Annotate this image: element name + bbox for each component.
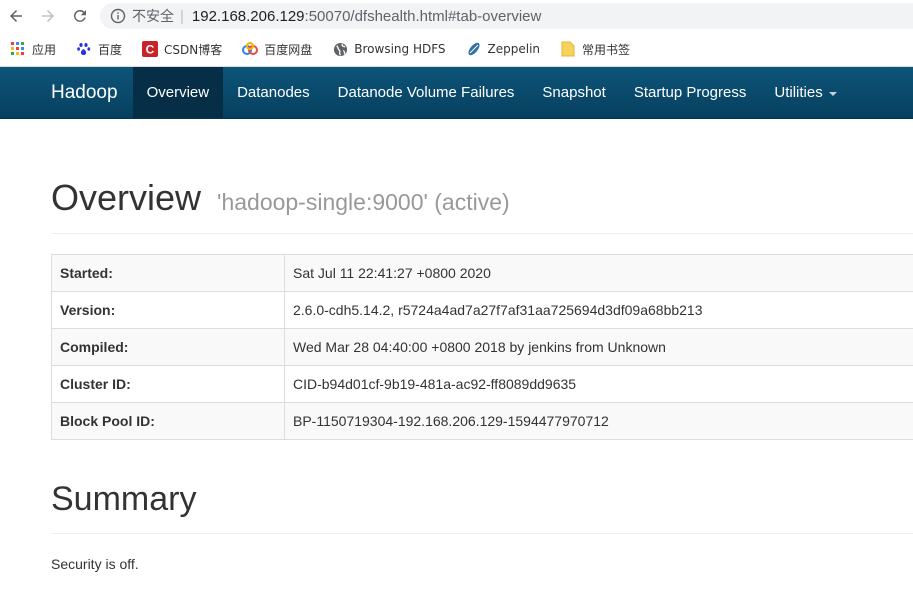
url-input[interactable]: 不安全 | 192.168.206.129:50070/dfshealth.ht… — [100, 3, 913, 29]
nav-tab-label: Startup Progress — [633, 84, 747, 101]
apps-grid-icon — [10, 41, 26, 57]
globe-icon — [332, 41, 348, 57]
bookmark-label: 应用 — [32, 42, 57, 57]
forward-button[interactable] — [32, 0, 64, 32]
insecure-label: 不安全 — [132, 9, 174, 25]
svg-text:C: C — [146, 43, 155, 57]
table-row: Started: Sat Jul 11 22:41:27 +0800 2020 — [51, 254, 913, 292]
nav-tab-snapshot[interactable]: Snapshot — [528, 67, 619, 118]
nav-tab-startup-progress[interactable]: Startup Progress — [620, 67, 761, 118]
bookmark-label: 百度网盘 — [264, 42, 313, 57]
summary-title: Summary — [51, 480, 197, 518]
address-bar: 不安全 | 192.168.206.129:50070/dfshealth.ht… — [0, 0, 913, 32]
zeppelin-icon — [466, 41, 482, 57]
baidu-paw-icon — [76, 41, 92, 57]
reload-icon — [73, 9, 86, 22]
nav-tab-label: Snapshot — [542, 84, 606, 101]
bookmark-zeppelin[interactable]: Zeppelin — [466, 41, 541, 57]
nav-tab-label: Utilities — [774, 84, 823, 101]
bookmark-label: CSDN博客 — [164, 42, 223, 57]
bookmark-apps[interactable]: 应用 — [10, 41, 56, 58]
bookmark-browsing-hdfs[interactable]: Browsing HDFS — [332, 41, 446, 57]
summary-header: Summary — [51, 480, 913, 534]
baidu-netdisk-icon — [242, 41, 259, 57]
security-status: Security is off. — [51, 556, 139, 572]
page-title-text: Overview — [51, 177, 202, 218]
bookmark-csdn[interactable]: C CSDN博客 — [142, 41, 222, 58]
info-icon[interactable] — [110, 8, 126, 24]
nav-tab-label: Datanode Volume Failures — [337, 84, 515, 101]
overview-header: Overview 'hadoop-single:9000' (active) — [51, 177, 913, 234]
url-path: :50070/dfshealth.html#tab-overview — [304, 7, 542, 25]
main-content: Overview 'hadoop-single:9000' (active) S… — [0, 177, 913, 572]
reload-button[interactable] — [64, 0, 96, 32]
csdn-icon: C — [142, 41, 159, 57]
folder-icon — [560, 41, 576, 57]
bookmark-baidu[interactable]: 百度 — [76, 41, 122, 58]
row-value: CID-b94d01cf-9b19-481a-ac92-ff8089dd9635 — [284, 365, 913, 403]
bookmark-label: 百度 — [98, 42, 123, 57]
bookmark-label: Zeppelin — [487, 42, 541, 56]
bookmark-label: Browsing HDFS — [354, 42, 446, 56]
arrow-left-icon — [10, 10, 22, 22]
table-row: Block Pool ID: BP-1150719304-192.168.206… — [51, 402, 913, 440]
url-separator: | — [180, 7, 184, 25]
page-subtitle: 'hadoop-single:9000' (active) — [217, 189, 510, 215]
nav-tab-overview[interactable]: Overview — [132, 67, 224, 118]
row-label: Compiled: — [51, 328, 285, 366]
row-value: Sat Jul 11 22:41:27 +0800 2020 — [284, 254, 913, 292]
bookmark-baidu-netdisk[interactable]: 百度网盘 — [242, 41, 312, 58]
row-value: Wed Mar 28 04:40:00 +0800 2018 by jenkin… — [284, 328, 913, 366]
row-label: Started: — [51, 254, 285, 292]
nav-tab-datanodes[interactable]: Datanodes — [223, 67, 324, 118]
nav-tab-label: Overview — [146, 84, 210, 101]
table-row: Compiled: Wed Mar 28 04:40:00 +0800 2018… — [51, 328, 913, 366]
bookmark-label: 常用书签 — [582, 42, 631, 57]
nav-dropdown-utilities[interactable]: Utilities — [760, 67, 850, 118]
row-label: Block Pool ID: — [51, 402, 285, 440]
overview-table: Started: Sat Jul 11 22:41:27 +0800 2020 … — [51, 254, 913, 440]
bookmarks-bar: 应用 百度 C CSDN博客 百度网盘 Browsing HDFS Zeppel… — [0, 32, 913, 67]
arrow-right-icon — [42, 10, 54, 22]
row-label: Version: — [51, 291, 285, 329]
brand-logo[interactable]: Hadoop — [0, 67, 133, 118]
table-row: Version: 2.6.0-cdh5.14.2, r5724a4ad7a27f… — [51, 291, 913, 329]
bookmark-folder[interactable]: 常用书签 — [560, 41, 630, 58]
back-button[interactable] — [0, 0, 32, 32]
nav-tab-label: Datanodes — [237, 84, 310, 101]
page-title: Overview 'hadoop-single:9000' (active) — [51, 177, 913, 219]
row-label: Cluster ID: — [51, 365, 285, 403]
table-row: Cluster ID: CID-b94d01cf-9b19-481a-ac92-… — [51, 365, 913, 403]
url-host: 192.168.206.129 — [191, 7, 305, 25]
row-value: 2.6.0-cdh5.14.2, r5724a4ad7a27f7af31aa72… — [284, 291, 913, 329]
row-value: BP-1150719304-192.168.206.129-1594477970… — [284, 402, 913, 440]
nav-tab-datanode-volume-failures[interactable]: Datanode Volume Failures — [324, 67, 529, 118]
caret-down-icon — [828, 91, 837, 96]
hadoop-navbar: Hadoop Overview Datanodes Datanode Volum… — [0, 67, 913, 119]
